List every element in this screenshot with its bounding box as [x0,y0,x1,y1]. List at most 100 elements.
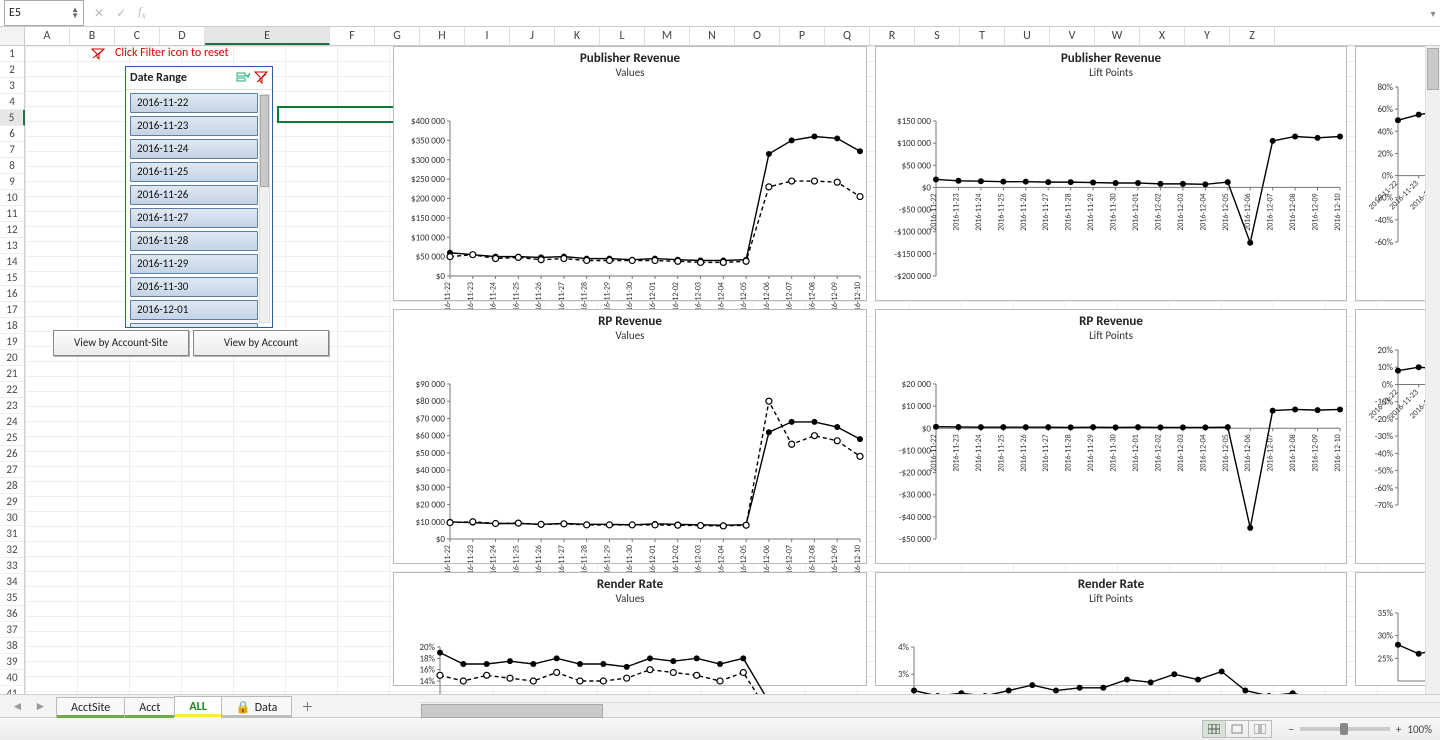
col-header-E[interactable]: E [205,27,330,45]
col-header-F[interactable]: F [330,27,375,45]
col-header-O[interactable]: O [735,27,780,45]
row-header[interactable]: 20 [0,350,24,366]
row-header[interactable]: 31 [0,526,24,542]
row-header[interactable]: 15 [0,270,24,286]
normal-view-icon[interactable] [1203,721,1226,737]
tab-nav-next-icon[interactable]: ► [35,699,47,714]
slicer-item[interactable]: 2016-11-26 [130,185,258,205]
name-box[interactable]: E5 ▲▼ [4,0,84,26]
sheet-tab-all[interactable]: ALL [174,696,221,718]
col-header-Y[interactable]: Y [1185,27,1230,45]
col-header-K[interactable]: K [555,27,600,45]
col-header-C[interactable]: C [115,27,160,45]
zoom-in-button[interactable]: + [1396,723,1401,736]
vertical-scroll-thumb[interactable] [1427,48,1439,90]
row-header[interactable]: 8 [0,158,24,174]
fx-icon[interactable]: fx [132,4,152,21]
row-header[interactable]: 41 [0,686,24,694]
row-header[interactable]: 39 [0,654,24,670]
slicer-scrollbar[interactable] [259,94,270,323]
zoom-out-button[interactable]: − [1288,723,1293,736]
row-header[interactable]: 7 [0,142,24,158]
chart-render_lift[interactable]: Render RateLift Points2%3%4% [875,572,1347,686]
row-header[interactable]: 40 [0,670,24,686]
row-header[interactable]: 35 [0,590,24,606]
row-header[interactable]: 18 [0,318,24,334]
col-header-I[interactable]: I [465,27,510,45]
sheet-tab-acct[interactable]: Acct [124,697,175,718]
row-header[interactable]: 12 [0,222,24,238]
col-header-P[interactable]: P [780,27,825,45]
row-header[interactable]: 6 [0,126,24,142]
row-header[interactable]: 4 [0,94,24,110]
slicer-item[interactable]: 2016-11-29 [130,254,258,274]
row-header[interactable]: 27 [0,462,24,478]
horizontal-scroll-thumb[interactable] [421,704,603,718]
sheet-tab-data[interactable]: 🔒Data [221,696,293,718]
chart-rp_rev_lift[interactable]: RP RevenueLift Points-$50 000-$40 000-$3… [875,309,1347,564]
slicer-item[interactable]: 2016-11-23 [130,116,258,136]
confirm-icon[interactable]: ✓ [110,6,132,21]
chart-pub_rev_values[interactable]: Publisher RevenueValues$0$50 000$100 000… [393,46,867,301]
row-header[interactable]: 23 [0,398,24,414]
row-header[interactable]: 25 [0,430,24,446]
col-header-R[interactable]: R [870,27,915,45]
zoom-value[interactable]: 100% [1407,723,1432,736]
col-header-L[interactable]: L [600,27,645,45]
row-header[interactable]: 28 [0,478,24,494]
row-header[interactable]: 11 [0,206,24,222]
col-header-B[interactable]: B [70,27,115,45]
row-header[interactable]: 10 [0,190,24,206]
chart-render_values[interactable]: Render RateValues14%16%18%20% [393,572,867,686]
row-header[interactable]: 22 [0,382,24,398]
add-sheet-button[interactable]: ＋ [297,698,317,715]
col-header-X[interactable]: X [1140,27,1185,45]
date-range-slicer[interactable]: Date Range 2016-11-222016-11-232016-11-2… [125,66,273,328]
row-header[interactable]: 16 [0,286,24,302]
row-header[interactable]: 21 [0,366,24,382]
cancel-icon[interactable]: ✕ [88,6,110,21]
col-header-H[interactable]: H [420,27,465,45]
col-header-S[interactable]: S [915,27,960,45]
row-header[interactable]: 19 [0,334,24,350]
col-header-J[interactable]: J [510,27,555,45]
row-header[interactable]: 1 [0,46,24,62]
clear-filter-icon[interactable] [91,48,105,60]
col-header-M[interactable]: M [645,27,690,45]
col-header-G[interactable]: G [375,27,420,45]
slicer-item[interactable]: 2016-11-25 [130,162,258,182]
col-header-T[interactable]: T [960,27,1005,45]
row-header[interactable]: 9 [0,174,24,190]
view-by-account-site-button[interactable]: View by Account-Site [53,330,189,356]
tab-nav-prev-icon[interactable]: ◄ [12,699,24,714]
vertical-scrollbar[interactable] [1425,46,1440,694]
select-all-corner[interactable] [0,27,25,45]
slicer-item[interactable]: 2016-12-02 [130,323,258,327]
row-header[interactable]: 33 [0,558,24,574]
page-layout-view-icon[interactable] [1226,721,1249,737]
slicer-item[interactable]: 2016-11-30 [130,277,258,297]
col-header-W[interactable]: W [1095,27,1140,45]
slicer-item[interactable]: 2016-11-28 [130,231,258,251]
grid[interactable]: Click Filter icon to reset Date Range [25,46,1440,694]
chart-rp_rev_values[interactable]: RP RevenueValues$0$10 000$20 000$30 000$… [393,309,867,564]
col-header-U[interactable]: U [1005,27,1050,45]
row-header[interactable]: 2 [0,62,24,78]
row-header[interactable]: 17 [0,302,24,318]
row-header[interactable]: 30 [0,510,24,526]
row-header[interactable]: 34 [0,574,24,590]
slicer-item[interactable]: 2016-12-01 [130,300,258,320]
name-box-stepper-icon[interactable]: ▲▼ [71,7,79,19]
multi-select-icon[interactable] [236,71,250,85]
row-header[interactable]: 24 [0,414,24,430]
col-header-D[interactable]: D [160,27,205,45]
horizontal-scrollbar[interactable] [420,702,1440,717]
slicer-scroll-thumb[interactable] [260,95,269,187]
page-break-view-icon[interactable] [1249,721,1271,737]
zoom-slider[interactable] [1300,727,1390,731]
col-header-A[interactable]: A [25,27,70,45]
clear-filter-slicer-icon[interactable] [254,71,268,85]
row-header[interactable]: 37 [0,622,24,638]
col-header-V[interactable]: V [1050,27,1095,45]
slicer-item[interactable]: 2016-11-22 [130,93,258,113]
